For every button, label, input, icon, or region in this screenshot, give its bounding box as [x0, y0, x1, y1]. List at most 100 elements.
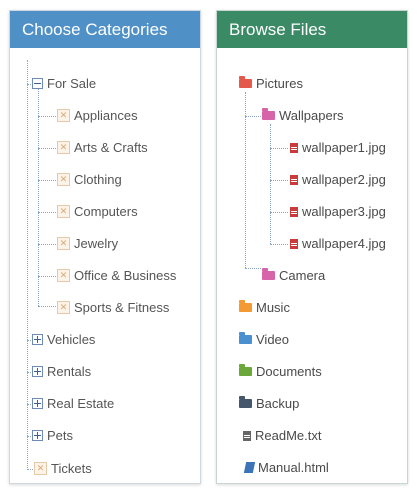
- tree-item-label: Music: [256, 300, 290, 315]
- tree-item-label: wallpaper1.jpg: [302, 140, 386, 155]
- tree-item-label: ReadMe.txt: [255, 428, 322, 443]
- folder-icon: [239, 364, 252, 377]
- tree-item-documents[interactable]: Documents: [239, 362, 322, 382]
- checkbox-icon[interactable]: ✕: [57, 205, 70, 219]
- tree-item-video[interactable]: Video: [239, 330, 289, 350]
- tree-item-wallpaper1[interactable]: wallpaper1.jpg: [290, 138, 386, 158]
- tree-item-for-sale[interactable]: For Sale: [32, 74, 96, 94]
- categories-panel: Choose Categories For Sale ✕ Appliances ✕…: [9, 10, 201, 484]
- tree-item-label: Pets: [47, 428, 74, 443]
- tree-item-label: wallpaper4.jpg: [302, 236, 386, 251]
- tree-item-label: Documents: [256, 364, 322, 379]
- tree-item-label: Pictures: [256, 76, 303, 91]
- tree-item-label: Video: [256, 332, 290, 347]
- folder-icon: [239, 332, 252, 345]
- tree-item-backup[interactable]: Backup: [239, 394, 299, 414]
- tree-item-label: Appliances: [74, 108, 138, 123]
- folder-icon: [262, 268, 275, 281]
- tree-item-pictures[interactable]: Pictures: [239, 74, 303, 94]
- tree-line: [38, 84, 39, 306]
- tree-item-label: Clothing: [74, 172, 122, 187]
- tree-line: [270, 212, 288, 213]
- tree-line: [38, 148, 56, 149]
- book-icon: [243, 462, 256, 474]
- tree-item-manual[interactable]: Manual.html: [243, 458, 329, 478]
- image-file-icon: [290, 174, 298, 185]
- tree-item-label: For Sale: [47, 76, 97, 91]
- categories-panel-title: Choose Categories: [10, 11, 200, 48]
- tree-line: [38, 306, 56, 307]
- checkbox-icon[interactable]: ✕: [57, 173, 70, 187]
- files-panel-title: Browse Files: [217, 11, 407, 48]
- tree-item-label: Sports & Fitness: [74, 300, 170, 315]
- checkbox-icon[interactable]: ✕: [57, 109, 70, 123]
- files-panel: Browse Files Pictures Wallpapers wallpap…: [216, 10, 408, 484]
- tree-line: [245, 92, 246, 268]
- folder-icon: [239, 300, 252, 313]
- tree-item-real-estate[interactable]: Real Estate: [32, 394, 114, 414]
- expand-icon[interactable]: [32, 334, 43, 346]
- tree-item-label: Computers: [74, 204, 138, 219]
- tree-line: [38, 212, 56, 213]
- tree-item-appliances[interactable]: ✕ Appliances: [57, 106, 138, 126]
- image-file-icon: [290, 206, 298, 217]
- tree-item-camera[interactable]: Camera: [262, 266, 325, 286]
- tree-item-sports-fitness[interactable]: ✕ Sports & Fitness: [57, 298, 169, 318]
- tree-item-label: Office & Business: [74, 268, 177, 283]
- tree-item-arts-crafts[interactable]: ✕ Arts & Crafts: [57, 138, 148, 158]
- folder-open-icon: [262, 108, 275, 121]
- tree-item-label: Arts & Crafts: [74, 140, 148, 155]
- tree-item-label: Rentals: [47, 364, 92, 379]
- tree-item-vehicles[interactable]: Vehicles: [32, 330, 95, 350]
- tree-item-label: Tickets: [51, 461, 92, 476]
- tree-line: [38, 180, 56, 181]
- tree-line: [270, 244, 288, 245]
- tree-line: [38, 116, 56, 117]
- tree-item-music[interactable]: Music: [239, 298, 290, 318]
- tree-item-tickets[interactable]: ✕ Tickets: [34, 459, 92, 479]
- expand-icon[interactable]: [32, 398, 43, 410]
- tree-line: [245, 268, 261, 269]
- tree-item-label: Real Estate: [47, 396, 115, 411]
- tree-item-wallpapers[interactable]: Wallpapers: [262, 106, 344, 126]
- tree-item-pets[interactable]: Pets: [32, 426, 73, 446]
- tree-item-office-business[interactable]: ✕ Office & Business: [57, 266, 176, 286]
- tree-item-label: Jewelry: [74, 236, 119, 251]
- tree-line: [270, 180, 288, 181]
- tree-item-readme[interactable]: ReadMe.txt: [243, 426, 321, 446]
- tree-item-wallpaper2[interactable]: wallpaper2.jpg: [290, 170, 386, 190]
- tree-item-label: Camera: [279, 268, 326, 283]
- expand-icon[interactable]: [32, 366, 43, 378]
- image-file-icon: [290, 142, 298, 153]
- tree-line: [38, 244, 56, 245]
- tree-item-label: Wallpapers: [279, 108, 344, 123]
- checkbox-icon[interactable]: ✕: [34, 462, 47, 476]
- folder-icon: [239, 396, 252, 409]
- tree-line: [27, 469, 33, 470]
- tree-item-label: wallpaper2.jpg: [302, 172, 386, 187]
- tree-item-rentals[interactable]: Rentals: [32, 362, 91, 382]
- checkbox-icon[interactable]: ✕: [57, 301, 70, 315]
- tree-item-label: Vehicles: [47, 332, 96, 347]
- tree-line: [245, 116, 261, 117]
- tree-item-clothing[interactable]: ✕ Clothing: [57, 170, 122, 190]
- tree-item-label: Backup: [256, 396, 300, 411]
- tree-item-jewelry[interactable]: ✕ Jewelry: [57, 234, 118, 254]
- collapse-icon[interactable]: [32, 78, 43, 90]
- tree-item-wallpaper4[interactable]: wallpaper4.jpg: [290, 234, 386, 254]
- tree-item-wallpaper3[interactable]: wallpaper3.jpg: [290, 202, 386, 222]
- tree-item-label: Manual.html: [258, 460, 329, 475]
- checkbox-icon[interactable]: ✕: [57, 237, 70, 251]
- tree-item-label: wallpaper3.jpg: [302, 204, 386, 219]
- folder-open-icon: [239, 76, 252, 89]
- expand-icon[interactable]: [32, 430, 43, 442]
- checkbox-icon[interactable]: ✕: [57, 141, 70, 155]
- text-file-icon: [243, 430, 251, 441]
- tree-item-computers[interactable]: ✕ Computers: [57, 202, 138, 222]
- checkbox-icon[interactable]: ✕: [57, 269, 70, 283]
- tree-line: [27, 60, 28, 470]
- image-file-icon: [290, 238, 298, 249]
- tree-line: [38, 276, 56, 277]
- tree-line: [270, 124, 271, 244]
- tree-line: [270, 148, 288, 149]
